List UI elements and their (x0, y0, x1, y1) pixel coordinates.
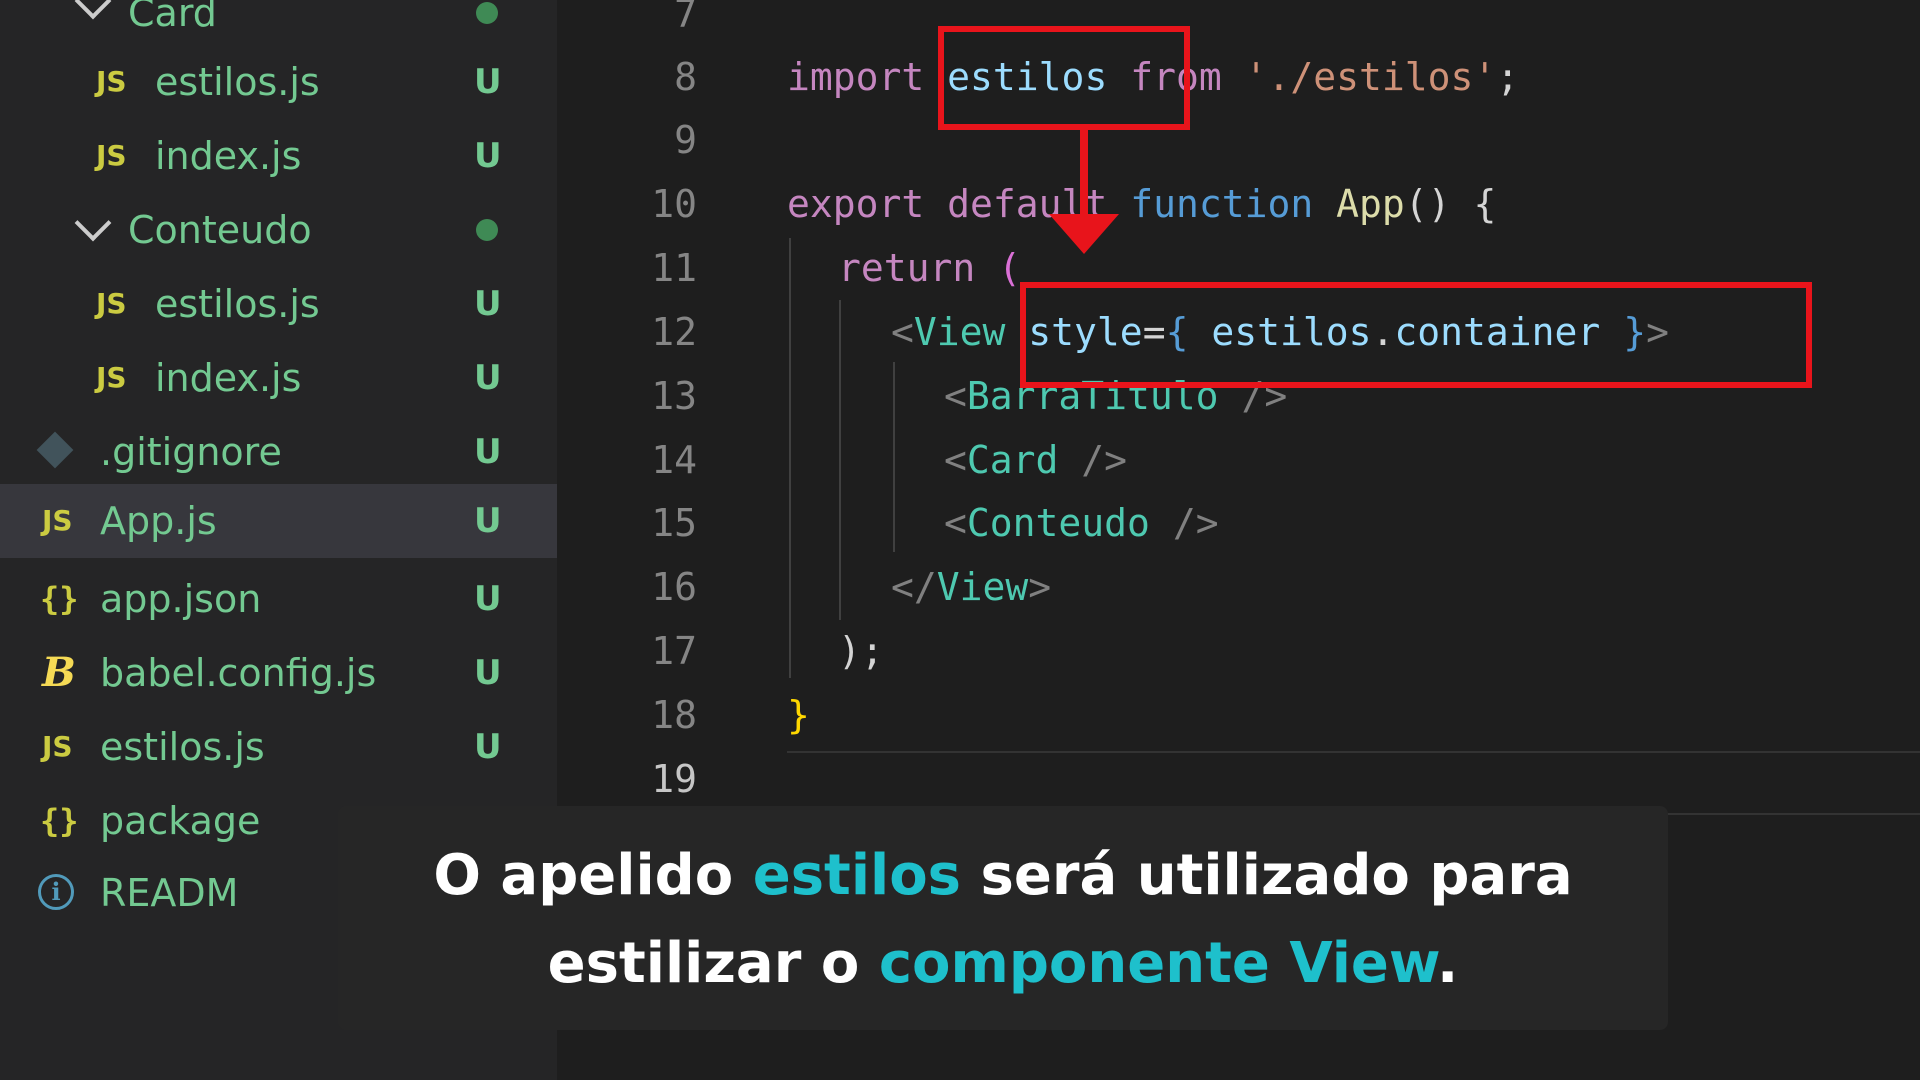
subtitle-caption: O apelido estilos será utilizado para es… (338, 806, 1668, 1030)
highlight-box-style-prop (1020, 282, 1812, 388)
code-text: </View> (891, 565, 1052, 609)
code-line-17: 17 ); (557, 619, 1920, 683)
code-line-10: 10 export default function App() { (557, 172, 1920, 236)
code-text: ); (838, 629, 884, 673)
file-label: App.js (100, 499, 217, 543)
info-icon: i (38, 874, 74, 910)
tree-file-gitignore[interactable]: .gitignore U (0, 415, 557, 489)
babel-icon: B (42, 649, 76, 696)
tree-file-babel-config[interactable]: B babel.config.js U (0, 636, 557, 710)
code-text: <Card /> (944, 438, 1128, 482)
untracked-badge: U (474, 653, 502, 693)
line-number: 18 (651, 693, 697, 737)
caption-line-1: O apelido estilos será utilizado para (433, 843, 1573, 908)
line-number: 8 (674, 55, 697, 99)
caption-line-2: estilizar o componente View. (547, 931, 1459, 996)
file-label: index.js (155, 356, 302, 400)
tree-folder-conteudo[interactable]: Conteudo (0, 193, 557, 267)
untracked-badge: U (474, 501, 502, 541)
folder-label: Conteudo (128, 208, 312, 252)
code-line-7: 7 (557, 0, 1920, 46)
arrow-down-icon (1049, 214, 1119, 254)
caption-highlight: estilos (752, 843, 962, 908)
untracked-badge: U (474, 727, 502, 767)
code-text: } (787, 693, 810, 737)
line-number: 12 (651, 310, 697, 354)
json-icon: {} (40, 802, 79, 840)
tree-file-app-js[interactable]: JS App.js U (0, 484, 557, 558)
line-number: 14 (651, 438, 697, 482)
json-icon: {} (40, 580, 79, 618)
file-label: index.js (155, 134, 302, 178)
code-line-14: 14 <Card /> (557, 428, 1920, 492)
code-text: <Conteudo /> (944, 501, 1219, 545)
code-line-8: 8 import estilos from './estilos'; (557, 45, 1920, 109)
code-line-9: 9 (557, 108, 1920, 172)
untracked-badge: U (474, 136, 502, 176)
file-label: estilos.js (100, 725, 265, 769)
tree-file-conteudo-index[interactable]: JS index.js U (0, 341, 557, 415)
file-label: app.json (100, 577, 262, 621)
file-label: package (100, 799, 261, 843)
tree-file-card-estilos[interactable]: JS estilos.js U (0, 45, 557, 119)
modified-dot-icon (476, 219, 498, 241)
line-number: 16 (651, 565, 697, 609)
javascript-icon: JS (96, 139, 127, 172)
git-icon (36, 431, 74, 469)
line-number: 13 (651, 374, 697, 418)
file-label: READM (100, 871, 239, 915)
untracked-badge: U (474, 62, 502, 102)
javascript-icon: JS (42, 504, 73, 537)
javascript-icon: JS (96, 287, 127, 320)
code-line-18: 18 } (557, 683, 1920, 747)
code-text: export default function App() { (787, 182, 1497, 226)
line-number: 19 (651, 757, 697, 801)
untracked-badge: U (474, 284, 502, 324)
line-number: 7 (674, 0, 697, 36)
line-number: 15 (651, 501, 697, 545)
code-line-16: 16 </View> (557, 555, 1920, 619)
javascript-icon: JS (96, 65, 127, 98)
untracked-badge: U (474, 579, 502, 619)
untracked-badge: U (474, 358, 502, 398)
highlight-box-import (938, 26, 1190, 130)
folder-label: Card (128, 0, 217, 35)
tree-file-app-json[interactable]: {} app.json U (0, 562, 557, 636)
chevron-down-icon (74, 204, 112, 242)
file-label: estilos.js (155, 60, 320, 104)
file-label: babel.config.js (100, 651, 377, 695)
tree-folder-card[interactable]: Card (0, 0, 557, 50)
chevron-down-icon (74, 0, 112, 20)
modified-dot-icon (476, 2, 498, 24)
line-number: 9 (674, 118, 697, 162)
javascript-icon: JS (42, 730, 73, 763)
tree-file-conteudo-estilos[interactable]: JS estilos.js U (0, 267, 557, 341)
caption-highlight: componente View (878, 931, 1438, 996)
untracked-badge: U (474, 432, 502, 472)
javascript-icon: JS (96, 361, 127, 394)
arrow-shaft (1080, 128, 1088, 218)
line-number: 10 (651, 182, 697, 226)
file-label: .gitignore (100, 430, 282, 474)
code-line-19: 19 (557, 747, 1920, 811)
tree-file-card-index[interactable]: JS index.js U (0, 119, 557, 193)
code-line-15: 15 <Conteudo /> (557, 491, 1920, 555)
line-number: 11 (651, 246, 697, 290)
file-label: estilos.js (155, 282, 320, 326)
line-number: 17 (651, 629, 697, 673)
code-text: return ( (838, 246, 1022, 290)
tree-file-estilos[interactable]: JS estilos.js U (0, 710, 557, 784)
